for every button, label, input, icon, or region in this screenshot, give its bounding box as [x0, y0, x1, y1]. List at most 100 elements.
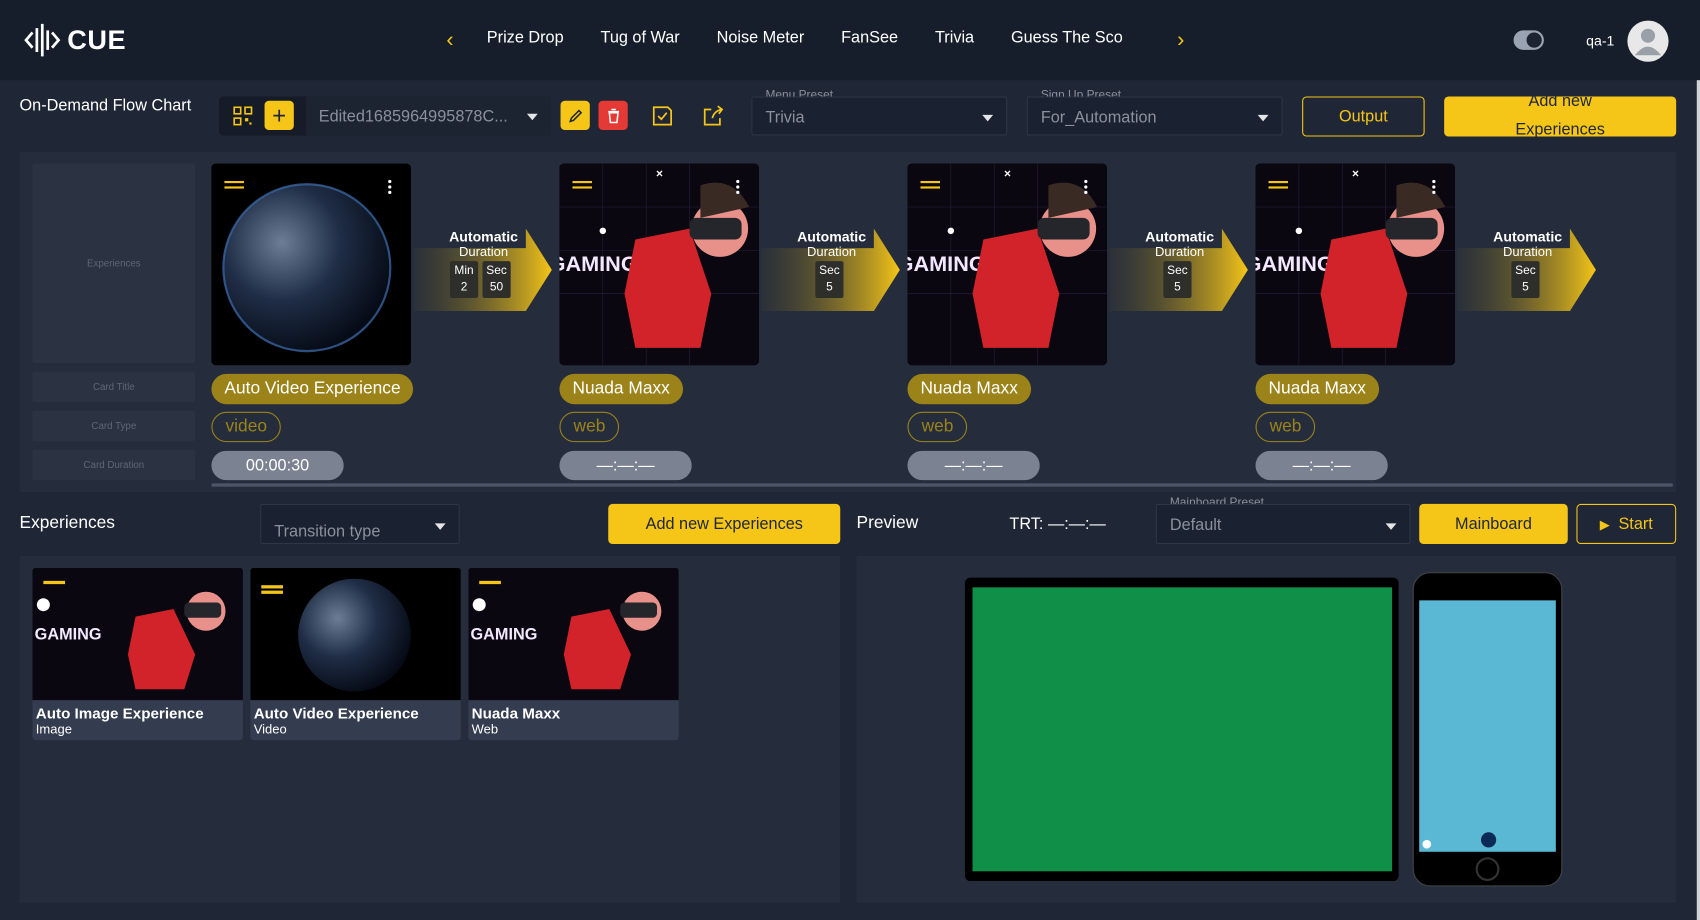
card-title-pill[interactable]: Nuada Maxx	[907, 373, 1031, 405]
duration-field-value: 5	[1174, 280, 1181, 294]
experience-card[interactable]: GAMING Nuada Maxx Web	[468, 567, 679, 741]
transition-type-placeholder: Transition type	[274, 522, 381, 541]
duration-field-label: Sec	[1515, 264, 1536, 278]
nav-tab-noise-meter[interactable]: Noise Meter	[717, 28, 805, 46]
top-bar: CUE ‹ Prize Drop Tug of War Noise Meter Fan…	[0, 0, 1700, 81]
flow-card-image[interactable]: GAMING ×	[907, 163, 1107, 366]
card-title-pill[interactable]: Nuada Maxx	[1255, 373, 1379, 405]
avatar[interactable]	[1627, 20, 1669, 62]
more-options-icon[interactable]	[1084, 179, 1088, 184]
phone-preview	[1412, 572, 1563, 887]
duration-sec-box[interactable]: Sec 5	[815, 261, 844, 299]
flow-toolbar: + Edited1685964995878C...	[219, 96, 551, 136]
chevron-down-icon	[434, 523, 446, 530]
gaming-image: GAMING	[32, 567, 243, 701]
duration-field-label: Sec	[486, 264, 507, 278]
mainboard-preset-value: Default	[1169, 515, 1222, 535]
flow-select-value: Edited1685964995878C...	[318, 107, 508, 126]
duration-sec-box[interactable]: Sec 5	[1511, 261, 1540, 299]
earth-image	[211, 163, 411, 366]
nav-prev-icon[interactable]: ‹	[437, 26, 463, 54]
add-flow-button[interactable]: +	[264, 100, 294, 131]
nav-tab-tug-of-war[interactable]: Tug of War	[600, 28, 679, 46]
flow-card-image[interactable]	[211, 163, 411, 366]
add-new-experiences-button[interactable]: Add new Experiences	[1444, 96, 1677, 137]
theme-toggle[interactable]	[1513, 30, 1544, 50]
mainboard-button[interactable]: Mainboard	[1419, 503, 1568, 545]
transition-arrow[interactable]: Automatic Duration Sec 5	[1457, 228, 1598, 312]
preview-title: Preview	[856, 513, 919, 533]
drag-handle-icon[interactable]	[224, 180, 244, 184]
start-button[interactable]: ▶ Start	[1576, 503, 1677, 545]
transition-arrow[interactable]: Automatic Duration Sec 5	[1109, 228, 1250, 312]
duration-field-value: 5	[1522, 280, 1529, 294]
duration-field-label: Sec	[819, 264, 840, 278]
duration-sec-box[interactable]: Sec 50	[482, 261, 511, 299]
sidebar-card-type-label: Card Type	[91, 420, 137, 432]
gaming-image: GAMING	[559, 163, 759, 366]
add-new-experiences-label: Add new Experiences	[1515, 96, 1605, 137]
home-button	[1475, 857, 1500, 882]
output-button[interactable]: Output	[1302, 96, 1425, 137]
qr-code-icon[interactable]	[228, 101, 257, 130]
close-icon[interactable]: ×	[1352, 168, 1359, 181]
nav-next-icon[interactable]: ›	[1168, 26, 1194, 54]
transition-type-select[interactable]: Transition type	[260, 503, 460, 545]
card-title-pill[interactable]: Nuada Maxx	[559, 373, 683, 405]
drag-handle-icon[interactable]	[920, 180, 941, 184]
duration-field-value: 5	[826, 280, 833, 294]
close-icon[interactable]: ×	[656, 168, 663, 181]
gaming-image: GAMING	[1255, 163, 1455, 366]
logo[interactable]: CUE	[24, 22, 126, 59]
chevron-down-icon	[1385, 523, 1397, 530]
flow-card-image[interactable]: GAMING ×	[1255, 163, 1455, 366]
nav-tab-guess-the-score[interactable]: Guess The Sco	[1011, 28, 1123, 46]
gaming-image: GAMING	[907, 163, 1107, 366]
nav-tab-fansee[interactable]: FanSee	[841, 28, 898, 46]
page-title: On-Demand Flow Chart	[19, 96, 192, 115]
card-type-pill: video	[211, 411, 282, 443]
gaming-text: GAMING	[1256, 251, 1334, 276]
card-duration-pill: —:—:—	[559, 450, 692, 481]
transition-arrow[interactable]: Automatic Duration Sec 5	[761, 228, 902, 312]
more-options-icon[interactable]	[1432, 179, 1436, 184]
mainboard-preset-select[interactable]: Default	[1155, 503, 1411, 545]
gaming-text: GAMING	[559, 251, 637, 276]
nav-tab-trivia[interactable]: Trivia	[935, 28, 974, 46]
more-options-icon[interactable]	[736, 179, 740, 184]
play-icon: ▶	[1599, 516, 1610, 532]
chevron-down-icon	[1257, 114, 1269, 122]
share-flow-button[interactable]	[698, 101, 727, 130]
duration-min-box[interactable]: Min 2	[449, 261, 479, 299]
card-type-pill: web	[907, 411, 968, 443]
flow-card-image[interactable]: GAMING ×	[559, 163, 759, 366]
nav-tab-prize-drop[interactable]: Prize Drop	[487, 28, 564, 46]
menu-preset-select[interactable]: Trivia	[751, 96, 1008, 136]
signup-preset-select[interactable]: For_Automation	[1026, 96, 1283, 136]
user-icon	[1634, 28, 1661, 56]
drag-handle-icon[interactable]	[1268, 180, 1289, 184]
card-title-pill[interactable]: Auto Video Experience	[211, 373, 414, 405]
delete-flow-button[interactable]	[598, 100, 628, 131]
transition-subtitle: Duration	[1155, 243, 1205, 260]
add-experiences-button[interactable]: Add new Experiences	[608, 503, 841, 545]
more-options-icon[interactable]	[388, 179, 392, 184]
sidebar-experiences-slot: Experiences	[32, 163, 196, 364]
duration-field-value: 2	[460, 280, 468, 294]
experience-name: Auto Image Experience	[35, 704, 204, 722]
edit-flow-button[interactable]	[560, 100, 590, 131]
duration-sec-box[interactable]: Sec 5	[1163, 261, 1192, 299]
user-name[interactable]: qa-1	[1586, 33, 1614, 49]
transition-title: Automatic	[1145, 228, 1215, 245]
transition-arrow[interactable]: Automatic Duration Min 2 Sec 50	[413, 228, 554, 312]
save-icon	[652, 105, 672, 125]
save-flow-button[interactable]	[647, 101, 676, 130]
close-icon[interactable]: ×	[1004, 168, 1011, 181]
drag-handle-icon[interactable]	[572, 180, 592, 184]
experience-card[interactable]: Auto Video Experience Video	[250, 567, 461, 741]
experience-card[interactable]: GAMING Auto Image Experience Image	[32, 567, 243, 741]
tablet-screen	[972, 587, 1393, 872]
flow-select[interactable]: Edited1685964995878C...	[305, 96, 551, 136]
flow-horizontal-scrollbar[interactable]	[211, 483, 1673, 487]
tablet-preview	[964, 577, 1399, 882]
